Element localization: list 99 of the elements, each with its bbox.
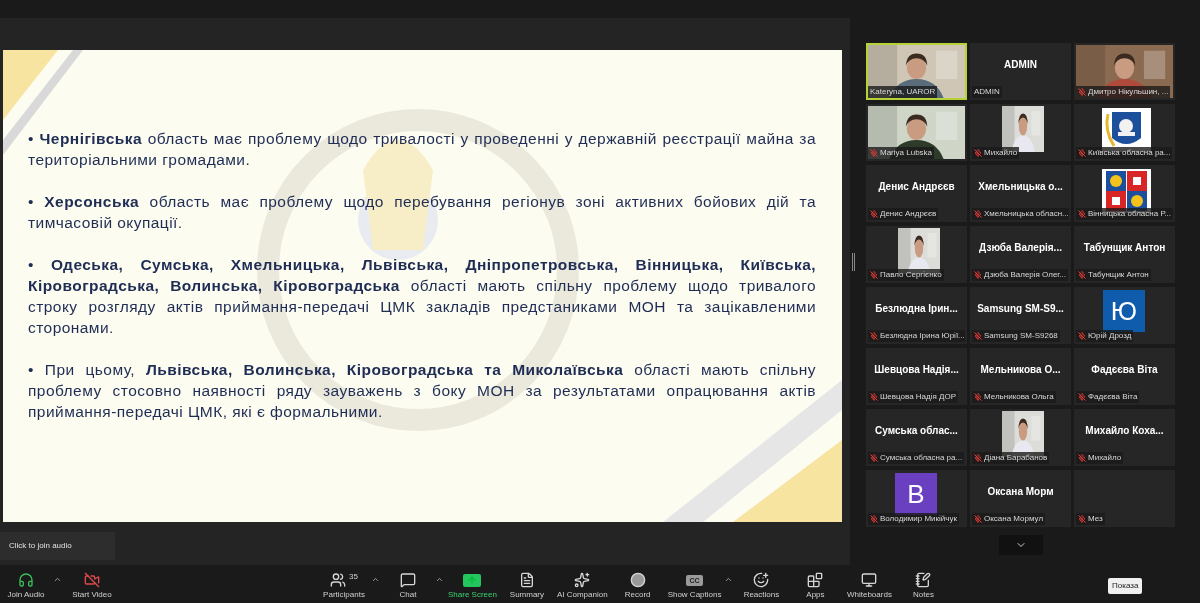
participant-tile[interactable]: В Володимир Микійчук: [866, 470, 967, 527]
participant-tile[interactable]: Сумська облас... Сумська обласна ра...: [866, 409, 967, 466]
apps-icon: [807, 572, 824, 588]
tooltip: Показа: [1108, 578, 1143, 594]
display-name: Сумська облас...: [875, 424, 958, 438]
participant-tile[interactable]: Мельникова О... Мельникова Ольга: [970, 348, 1071, 405]
notebook-icon: [915, 572, 932, 588]
avatar: Ю: [1103, 290, 1145, 332]
participant-name: Табунщик Антон: [1088, 271, 1149, 279]
bullet-text: • Херсонська область має проблему щодо перебування регіонув зоні активних бойових дій та тимчасовій окупації.: [28, 192, 816, 233]
participant-name: Samsung SM-S9268: [984, 332, 1058, 340]
display-name: Фадєєва Віта: [1091, 363, 1158, 377]
record-icon: [629, 572, 646, 588]
toolbar-button[interactable]: Apps: [789, 567, 842, 603]
toolbar-button[interactable]: Reactions: [735, 567, 788, 603]
display-name: Табунщик Антон: [1083, 241, 1166, 255]
display-name: ADMIN: [1004, 58, 1037, 72]
bullet-text: • Одеська, Сумська, Хмельницька, Львівська, Дніпропетровська, Вінницька, Київська, Кіровоградська, Волинська, Кіровоградська області мають спільну проблему щодо тривалого строку розгляду актів приймання-передачі ЦМК закладів предстаниками МОН та зацікавленими сторонами.: [28, 255, 816, 338]
display-name: Михайло Коха...: [1085, 424, 1164, 438]
participant-tile[interactable]: Фадєєва Віта Фадєєва Віта: [1074, 348, 1175, 405]
people-icon: [330, 572, 347, 588]
participant-name: Mariya Lubska: [880, 149, 933, 157]
caret-icon[interactable]: [724, 575, 734, 584]
toolbar-button[interactable]: Whiteboards: [843, 567, 896, 603]
participant-tile[interactable]: ADMIN ADMIN: [970, 43, 1071, 100]
toolbar-button[interactable]: Notes: [897, 567, 950, 603]
participant-tile[interactable]: Оксана Морм Оксана Мормул: [970, 470, 1071, 527]
participant-name: Михайло: [1088, 454, 1122, 462]
toolbar-button[interactable]: Start Video: [66, 567, 118, 603]
caret-icon[interactable]: [371, 575, 380, 584]
participant-tile[interactable]: Дзюба Валерія... Дзюба Валерія Олег...: [970, 226, 1071, 283]
toolbar-button[interactable]: Chat: [382, 567, 434, 603]
participant-name: Михайло: [984, 149, 1018, 157]
display-name: Шевцова Надія...: [874, 363, 959, 377]
participant-name: Денис Андрєєв: [880, 210, 937, 218]
participant-tile[interactable]: Павло Сергієнко: [866, 226, 967, 283]
toolbar-button[interactable]: AI Companion: [554, 567, 610, 603]
document-icon: [518, 572, 535, 588]
participant-name: Дмитро Нікульшин, ...: [1088, 88, 1169, 96]
participant-name: Безлюдна Ірина Юрії...: [880, 332, 965, 340]
headphones-icon: [18, 572, 34, 588]
toolbar-button[interactable]: Join Audio: [0, 567, 52, 603]
participant-tile[interactable]: Михайло: [970, 104, 1071, 161]
toolbar-button[interactable]: Record: [611, 567, 664, 603]
participant-name: Київська обласна ра...: [1088, 149, 1171, 157]
toolbar-button[interactable]: Summary: [500, 567, 553, 603]
participant-tile[interactable]: Михайло Коха... Михайло: [1074, 409, 1175, 466]
participant-tile[interactable]: Kateryna, UAROR: [866, 43, 967, 100]
participant-name: Сумська обласна ра...: [880, 454, 963, 462]
participant-tile[interactable]: Безлюдна Ірин... Безлюдна Ірина Юрії...: [866, 287, 967, 344]
participant-count: 35: [349, 571, 358, 583]
monitor-icon: [861, 572, 878, 588]
smile-icon: [753, 572, 770, 588]
sparkle-icon: [574, 572, 591, 588]
participant-name: Мез: [1088, 515, 1103, 523]
participant-tile[interactable]: Київська обласна ра...: [1074, 104, 1175, 161]
toolbar-button[interactable]: Share Screen: [446, 567, 499, 603]
participant-tile[interactable]: Хмельницька о... Хмельницька обласн...: [970, 165, 1071, 222]
participant-tile[interactable]: Табунщик Антон Табунщик Антон: [1074, 226, 1175, 283]
resize-handle[interactable]: [852, 253, 855, 271]
avatar: В: [895, 473, 937, 515]
participant-tile[interactable]: Mariya Lubska: [866, 104, 967, 161]
video-off-icon: [84, 572, 100, 588]
participant-name: Kateryna, UAROR: [870, 88, 936, 96]
participant-name: Володимир Микійчук: [880, 515, 957, 523]
display-name: Дзюба Валерія...: [979, 241, 1062, 255]
participant-tile[interactable]: Шевцова Надія... Шевцова Надія ДОР: [866, 348, 967, 405]
display-name: Мельникова О...: [980, 363, 1061, 377]
toolbar-button[interactable]: 35 Participants: [318, 567, 370, 603]
participant-tile[interactable]: Діана Барабанов: [970, 409, 1071, 466]
participant-name: Шевцова Надія ДОР: [880, 393, 956, 401]
display-name: Samsung SM-S9...: [977, 302, 1064, 316]
participant-name: ADMIN: [974, 88, 1000, 96]
bullet-text: • При цьому, Львівська, Волинська, Кіровоградська та Миколаївська області мають спільну проблему стосовно наявності ряду зауважень з боку МОН за результатами опрацювання актів приймання-передачі ЦМК, які є формальними.: [28, 360, 816, 422]
participant-tile[interactable]: Дмитро Нікульшин, ...: [1074, 43, 1175, 100]
participant-tile[interactable]: Ю Юрій Дрозд: [1074, 287, 1175, 344]
display-name: Оксана Морм: [987, 485, 1054, 499]
participant-name: Юрій Дрозд: [1088, 332, 1132, 340]
participant-tile[interactable]: Денис Андрєєв Денис Андрєєв: [866, 165, 967, 222]
participant-tile[interactable]: Мез: [1074, 470, 1175, 527]
participant-name: Павло Сергієнко: [880, 271, 942, 279]
participant-name: Діана Барабанов: [984, 454, 1048, 462]
participant-name: Фадєєва Віта: [1088, 393, 1138, 401]
caret-icon[interactable]: [435, 575, 444, 584]
participant-tile[interactable]: Samsung SM-S9... Samsung SM-S9268: [970, 287, 1071, 344]
bullet-text: • Чернігівська область має проблему щодо тривалості у проведенні у державній реєстрації майна за територіальними громадами.: [28, 129, 816, 170]
participant-name: Хмельницька обласн...: [984, 210, 1069, 218]
display-name: Хмельницька о...: [978, 180, 1063, 194]
chat-icon: [400, 572, 416, 588]
participant-tile[interactable]: Вінницька обласна Р...: [1074, 165, 1175, 222]
participant-name: Оксана Мормул: [984, 515, 1044, 523]
display-name: Безлюдна Ірин...: [875, 302, 958, 316]
caret-icon[interactable]: [53, 575, 62, 584]
participant-name: Мельникова Ольга: [984, 393, 1054, 401]
display-name: Денис Андрєєв: [878, 180, 955, 194]
participant-name: Дзюба Валерія Олег...: [984, 271, 1066, 279]
share-screen-icon: [463, 573, 482, 587]
participant-name: Вінницька обласна Р...: [1088, 210, 1171, 218]
tooltip: Click to join audio: [0, 532, 115, 560]
